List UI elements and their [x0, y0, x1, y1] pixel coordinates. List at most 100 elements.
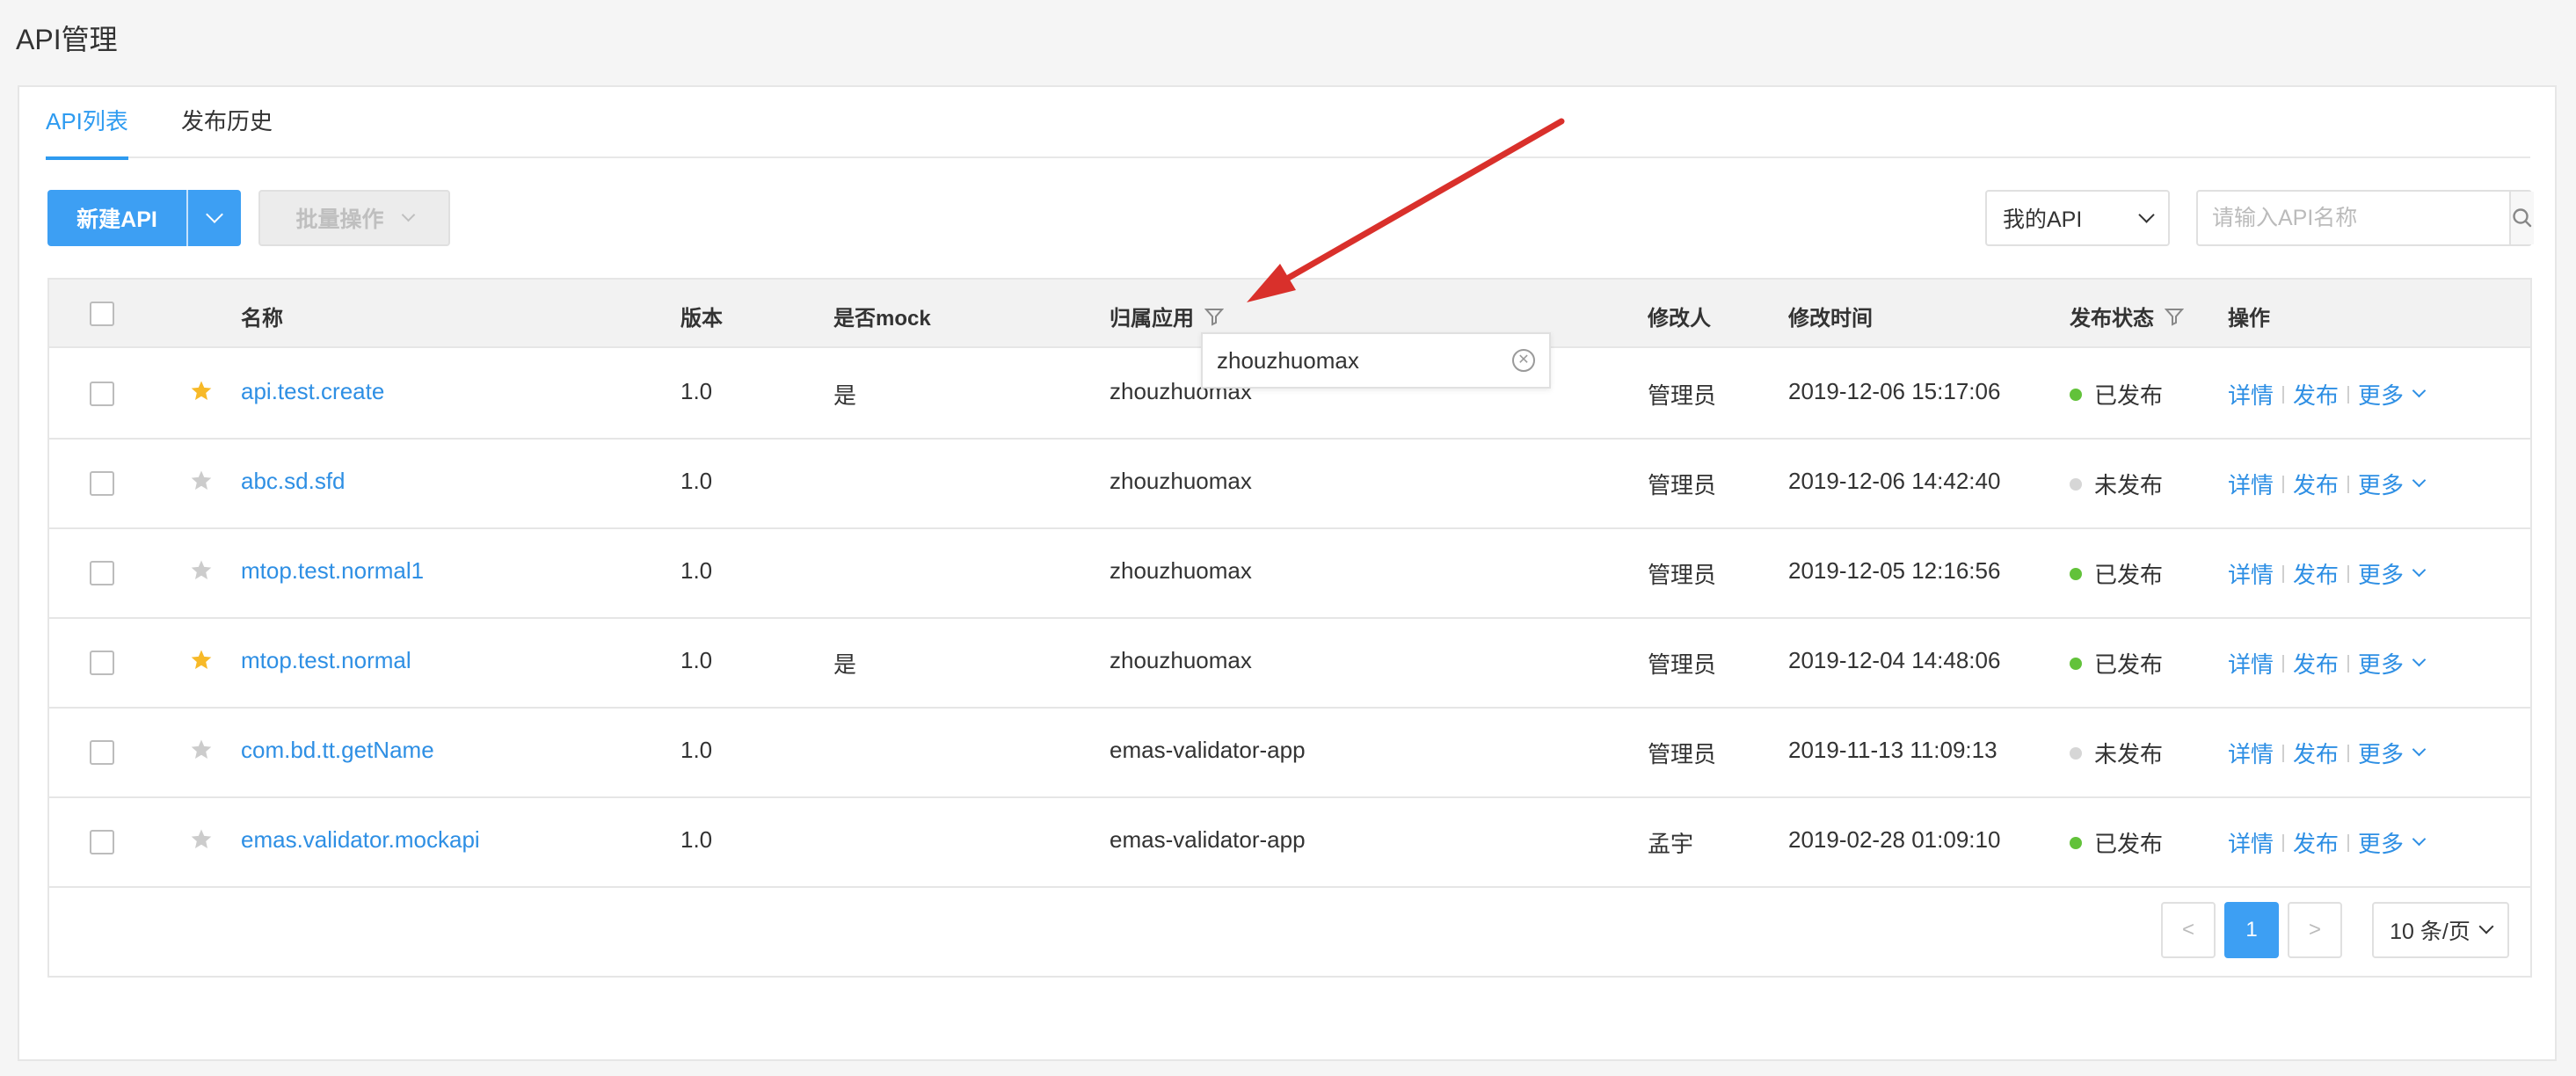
status-dot	[2070, 836, 2082, 849]
more-link[interactable]: 更多	[2358, 378, 2404, 411]
more-link[interactable]: 更多	[2358, 647, 2404, 680]
more-link[interactable]: 更多	[2358, 557, 2404, 590]
pagination-page-1[interactable]: 1	[2224, 902, 2279, 958]
api-version: 1.0	[680, 647, 713, 673]
star-icon[interactable]	[190, 469, 213, 492]
star-icon[interactable]	[190, 380, 213, 403]
column-name: 名称	[241, 307, 283, 331]
api-scope-value: 我的API	[2003, 207, 2083, 232]
publish-link[interactable]: 发布	[2293, 826, 2339, 859]
row-checkbox[interactable]	[90, 471, 114, 496]
column-mock: 是否mock	[833, 307, 931, 331]
batch-operation-label: 批量操作	[295, 207, 384, 232]
status-dot	[2070, 388, 2082, 401]
chevron-down-icon	[2138, 206, 2155, 223]
publish-link[interactable]: 发布	[2293, 378, 2339, 411]
publish-link[interactable]: 发布	[2293, 737, 2339, 769]
status-label: 已发布	[2094, 562, 2164, 588]
chevron-down-icon	[401, 207, 415, 222]
row-checkbox[interactable]	[90, 651, 114, 675]
column-app-label: 归属应用	[1110, 307, 1194, 331]
status-badge: 已发布	[2070, 647, 2163, 680]
status-dot	[2070, 746, 2082, 760]
row-checkbox[interactable]	[90, 561, 114, 585]
column-app: 归属应用	[1110, 301, 1224, 331]
app-filter-popup: zhouzhuomax ✕	[1201, 332, 1551, 389]
detail-link[interactable]: 详情	[2228, 378, 2274, 411]
table-row: mtop.test.normal 1.0 是 zhouzhuomax 管理员 2…	[49, 619, 2530, 709]
divider	[2282, 744, 2285, 762]
divider	[2347, 833, 2350, 852]
table-row: emas.validator.mockapi 1.0 emas-validato…	[49, 798, 2530, 888]
row-checkbox[interactable]	[90, 382, 114, 406]
api-name-link[interactable]: mtop.test.normal1	[241, 557, 424, 585]
tab-api-list[interactable]: API列表	[46, 105, 128, 160]
row-checkbox[interactable]	[90, 740, 114, 765]
publish-link[interactable]: 发布	[2293, 647, 2339, 680]
more-link[interactable]: 更多	[2358, 468, 2404, 500]
new-api-button[interactable]: 新建API	[47, 190, 188, 246]
batch-operation-button[interactable]: 批量操作	[258, 190, 450, 246]
detail-link[interactable]: 详情	[2228, 557, 2274, 590]
pagination-prev-button[interactable]: <	[2161, 902, 2216, 958]
star-icon[interactable]	[190, 559, 213, 582]
search-input[interactable]	[2198, 192, 2509, 244]
new-api-dropdown-toggle[interactable]	[188, 190, 241, 246]
more-link[interactable]: 更多	[2358, 826, 2404, 859]
api-name-link[interactable]: abc.sd.sfd	[241, 468, 346, 495]
divider	[2347, 564, 2350, 583]
tab-publish-history[interactable]: 发布历史	[181, 105, 273, 156]
detail-link[interactable]: 详情	[2228, 826, 2274, 859]
divider	[2282, 475, 2285, 493]
publish-link[interactable]: 发布	[2293, 557, 2339, 590]
star-icon[interactable]	[190, 738, 213, 761]
api-name-link[interactable]: api.test.create	[241, 378, 384, 405]
column-modifier: 修改人	[1648, 307, 1711, 331]
api-name-link[interactable]: com.bd.tt.getName	[241, 737, 434, 764]
filter-icon[interactable]	[1204, 307, 1224, 326]
divider	[2282, 385, 2285, 404]
clear-icon[interactable]: ✕	[1512, 349, 1535, 372]
api-name-link[interactable]: emas.validator.mockapi	[241, 826, 480, 854]
app-filter-value[interactable]: zhouzhuomax	[1217, 347, 1359, 374]
api-app: zhouzhuomax	[1110, 647, 1252, 673]
chevron-down-icon	[2412, 383, 2427, 398]
status-badge: 已发布	[2070, 826, 2163, 859]
detail-link[interactable]: 详情	[2228, 737, 2274, 769]
detail-link[interactable]: 详情	[2228, 468, 2274, 500]
chevron-down-icon	[2412, 563, 2427, 578]
column-version: 版本	[680, 307, 723, 331]
api-modifier: 管理员	[1648, 472, 1717, 498]
row-actions: 详情 发布 更多	[2228, 468, 2427, 500]
search-button[interactable]	[2509, 192, 2534, 244]
star-icon[interactable]	[190, 828, 213, 851]
row-actions: 详情 发布 更多	[2228, 557, 2427, 590]
api-version: 1.0	[680, 826, 713, 853]
api-modifier: 管理员	[1648, 651, 1717, 678]
api-name-link[interactable]: mtop.test.normal	[241, 647, 411, 674]
api-app: emas-validator-app	[1110, 737, 1306, 763]
divider	[2282, 564, 2285, 583]
search-box	[2196, 190, 2534, 246]
api-scope-select[interactable]: 我的API	[1985, 190, 2170, 246]
row-actions: 详情 发布 更多	[2228, 647, 2427, 680]
more-link[interactable]: 更多	[2358, 737, 2404, 769]
chevron-down-icon	[2478, 919, 2494, 934]
row-checkbox[interactable]	[90, 830, 114, 854]
pagination-next-button[interactable]: >	[2288, 902, 2342, 958]
publish-link[interactable]: 发布	[2293, 468, 2339, 500]
api-modified-time: 2019-02-28 01:09:10	[1788, 826, 2001, 853]
api-app: emas-validator-app	[1110, 826, 1306, 853]
page-size-select[interactable]: 10 条/页	[2372, 902, 2509, 958]
divider	[2347, 475, 2350, 493]
divider	[2347, 744, 2350, 762]
chevron-down-icon	[2412, 473, 2427, 488]
filter-icon[interactable]	[2165, 307, 2184, 326]
page-size-value: 10 条/页	[2390, 920, 2470, 944]
status-label: 未发布	[2094, 741, 2164, 767]
star-icon[interactable]	[190, 649, 213, 672]
select-all-checkbox[interactable]	[90, 302, 114, 326]
detail-link[interactable]: 详情	[2228, 647, 2274, 680]
column-status: 发布状态	[2070, 301, 2184, 331]
status-label: 未发布	[2094, 472, 2164, 498]
